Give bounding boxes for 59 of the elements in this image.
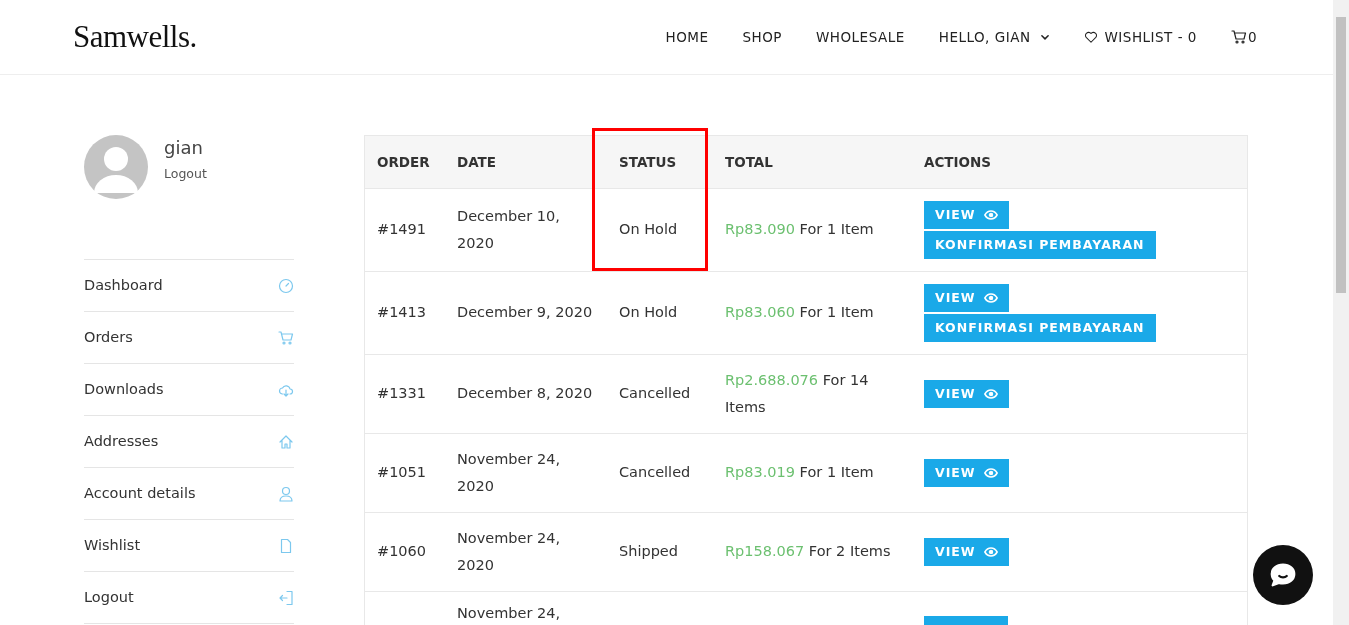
user-icon (278, 485, 294, 502)
scrollbar[interactable] (1333, 0, 1349, 625)
gauge-icon (278, 277, 294, 294)
eye-icon (983, 290, 998, 305)
column-header: ORDER (365, 136, 445, 188)
order-total: Rp2.688.076 For 14 Items (725, 371, 869, 415)
column-header: DATE (445, 136, 607, 188)
chat-button[interactable] (1253, 545, 1313, 605)
user-name: gian (164, 139, 204, 157)
sidebar-item[interactable]: Orders (84, 311, 294, 363)
sidebar-item[interactable]: Dashboard (84, 259, 294, 311)
order-status: Cancelled (619, 385, 691, 401)
account-menu[interactable]: HELLO, GIAN (938, 26, 1051, 48)
exit-icon (278, 589, 294, 606)
order-status: Shipped (619, 543, 678, 559)
order-date: November 24, 2020 (457, 529, 561, 573)
order-date: November 24, (457, 604, 561, 621)
home-icon (278, 433, 294, 450)
nav-link[interactable]: WHOLESALE (815, 26, 905, 48)
order-status: Cancelled (619, 464, 691, 480)
sidebar-item[interactable]: Account details (84, 467, 294, 519)
nav-link[interactable]: SHOP (742, 26, 782, 48)
cart-link[interactable]: 0 (1230, 26, 1257, 48)
eye-icon (983, 207, 998, 222)
cart-icon (1230, 29, 1247, 45)
order-status: On Hold (619, 221, 678, 237)
sidebar-item[interactable]: Addresses (84, 415, 294, 467)
order-number: #1051 (377, 464, 427, 480)
order-total: Rp83.019 For 1 Item (725, 464, 874, 480)
heart-icon (1084, 30, 1099, 44)
nav-link[interactable]: WISHLIST - 0 (1084, 26, 1197, 48)
sidebar-item[interactable]: Downloads (84, 363, 294, 415)
sidebar-item[interactable]: Logout (84, 571, 294, 623)
order-number: #1060 (377, 543, 427, 559)
order-status: On Hold (619, 304, 678, 320)
nav-link[interactable]: HOME (665, 26, 709, 48)
avatar (84, 135, 148, 199)
order-total: Rp83.090 For 1 Item (725, 221, 874, 237)
eye-icon (983, 465, 998, 480)
column-header: TOTAL (713, 136, 912, 188)
order-date: December 10, 2020 (457, 207, 560, 251)
order-total: Rp158.067 For 2 Items (725, 543, 891, 559)
order-total: Rp83.060 For 1 Item (725, 304, 874, 320)
sidebar-item[interactable]: Wishlist (84, 519, 294, 571)
order-date: December 9, 2020 (457, 304, 593, 320)
order-date: December 8, 2020 (457, 385, 593, 401)
cart-icon (278, 329, 294, 346)
column-header: ACTIONS (912, 136, 1247, 188)
logo[interactable]: Samwells. (73, 13, 197, 61)
eye-icon (983, 386, 998, 401)
document-icon (278, 537, 294, 554)
logout-link[interactable]: Logout (164, 165, 207, 184)
caret-icon (1040, 32, 1051, 42)
order-number: #1331 (377, 385, 427, 401)
order-number: #1491 (377, 221, 427, 237)
column-header: STATUS (607, 136, 713, 188)
eye-icon (983, 544, 998, 559)
order-date: November 24, 2020 (457, 450, 561, 494)
order-number: #1413 (377, 304, 427, 320)
